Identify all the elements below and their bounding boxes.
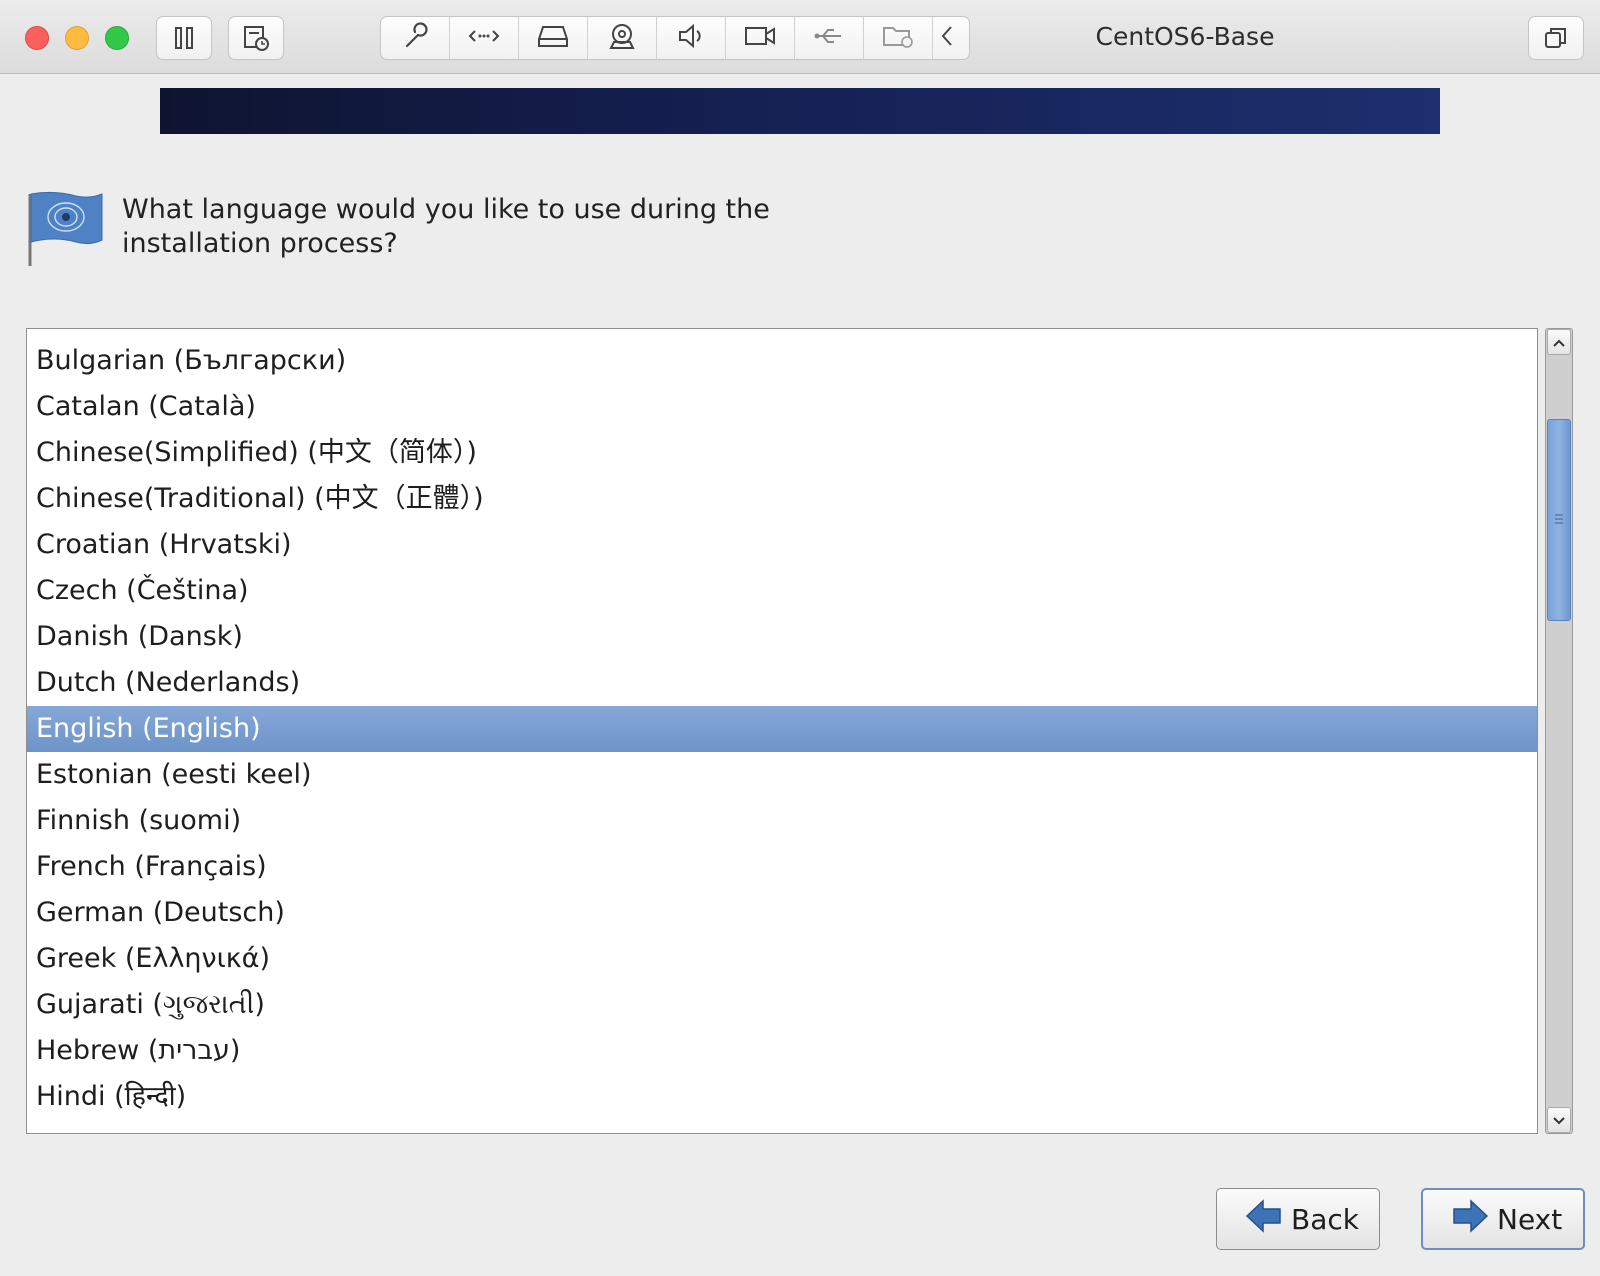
- language-option[interactable]: Chinese(Traditional) (中文（正體）): [27, 476, 1537, 522]
- snapshot-button[interactable]: [228, 16, 284, 60]
- chevron-up-icon: [1552, 333, 1566, 352]
- back-button[interactable]: Back: [1216, 1188, 1380, 1250]
- window-title: CentOS6-Base: [1095, 22, 1275, 51]
- arrow-right-icon: [1423, 1198, 1497, 1241]
- next-button[interactable]: Next: [1421, 1188, 1585, 1250]
- wrench-icon: [400, 21, 430, 55]
- video-button[interactable]: [726, 17, 795, 59]
- language-option[interactable]: Gujarati (ગુજરાતી): [27, 982, 1537, 1028]
- shared-folder-button[interactable]: [864, 17, 933, 59]
- language-list[interactable]: Bulgarian (Български) Catalan (Català) C…: [26, 328, 1538, 1134]
- language-option[interactable]: Catalan (Català): [27, 384, 1537, 430]
- pause-button[interactable]: [156, 16, 212, 60]
- minimize-window-button[interactable]: [65, 26, 89, 50]
- hard-disk-icon: [537, 23, 569, 53]
- camera-icon: [606, 21, 638, 55]
- snapshot-icon: [241, 23, 271, 53]
- language-option[interactable]: Chinese(Simplified) (中文（简体）): [27, 430, 1537, 476]
- language-option[interactable]: Czech (Čeština): [27, 568, 1537, 614]
- sound-icon: [676, 22, 706, 54]
- close-window-button[interactable]: [25, 26, 49, 50]
- fullscreen-button[interactable]: [1528, 16, 1584, 60]
- settings-button[interactable]: [381, 17, 450, 59]
- language-flag-icon: [24, 190, 104, 274]
- camera-button[interactable]: [588, 17, 657, 59]
- usb-button[interactable]: [795, 17, 864, 59]
- language-option[interactable]: Finnish (suomi): [27, 798, 1537, 844]
- language-option[interactable]: Dutch (Nederlands): [27, 660, 1537, 706]
- scroll-up-button[interactable]: [1547, 329, 1571, 355]
- pause-icon: [173, 26, 195, 50]
- window-titlebar: CentOS6-Base: [0, 0, 1600, 74]
- language-option[interactable]: Estonian (eesti keel): [27, 752, 1537, 798]
- usb-icon: [813, 26, 845, 50]
- scrollbar-thumb[interactable]: [1547, 419, 1571, 621]
- language-option[interactable]: German (Deutsch): [27, 890, 1537, 936]
- hard-disk-button[interactable]: [519, 17, 588, 59]
- language-option[interactable]: Croatian (Hrvatski): [27, 522, 1537, 568]
- language-list-scrollbar[interactable]: [1545, 328, 1573, 1134]
- sound-button[interactable]: [657, 17, 726, 59]
- language-option[interactable]: Bulgarian (Български): [27, 338, 1537, 384]
- language-option[interactable]: Hindi (हिन्दी): [27, 1074, 1537, 1120]
- chevron-left-icon: [940, 24, 954, 52]
- grip-icon: [1554, 511, 1564, 530]
- video-icon: [744, 24, 776, 52]
- fullscreen-icon: [1542, 24, 1570, 52]
- language-option-selected[interactable]: English (English): [27, 706, 1537, 752]
- language-option[interactable]: French (Français): [27, 844, 1537, 890]
- scroll-down-button[interactable]: [1547, 1107, 1571, 1133]
- language-option[interactable]: Hebrew (עברית): [27, 1028, 1537, 1074]
- language-question: What language would you like to use duri…: [122, 194, 770, 259]
- network-button[interactable]: [450, 17, 519, 59]
- zoom-window-button[interactable]: [105, 26, 129, 50]
- network-icon: [467, 26, 501, 50]
- shared-folder-icon: [881, 23, 915, 53]
- arrow-left-icon: [1217, 1198, 1291, 1241]
- collapse-toolbar-button[interactable]: [933, 17, 961, 59]
- language-option[interactable]: Danish (Dansk): [27, 614, 1537, 660]
- next-button-label: Next: [1497, 1202, 1563, 1236]
- chevron-down-icon: [1552, 1111, 1566, 1130]
- vm-device-toolbar: [380, 16, 970, 60]
- language-option[interactable]: Greek (Ελληνικά): [27, 936, 1537, 982]
- back-button-label: Back: [1291, 1202, 1359, 1236]
- installer-banner: [160, 88, 1440, 134]
